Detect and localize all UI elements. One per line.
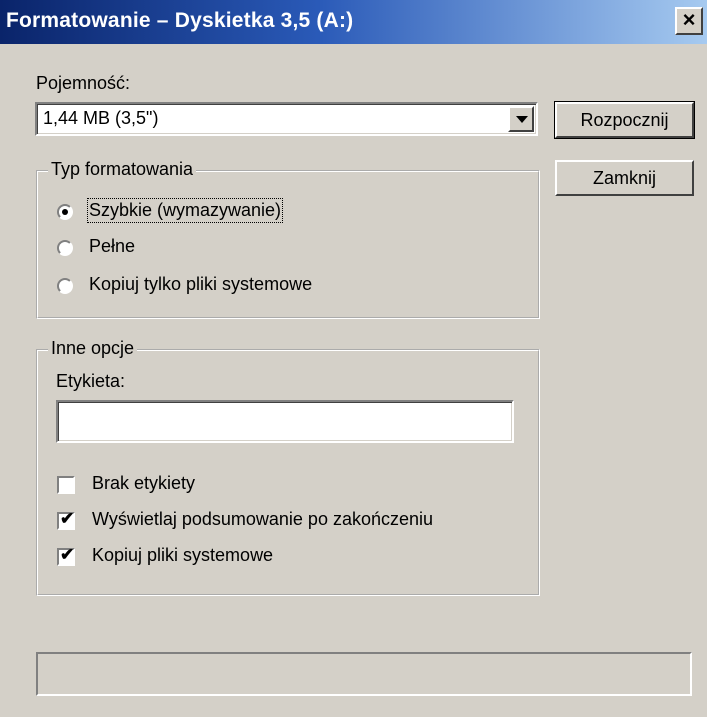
- format-type-title: Typ formatowania: [48, 159, 197, 180]
- start-button[interactable]: Rozpocznij: [554, 101, 695, 139]
- label-field-label: Etykieta:: [56, 371, 126, 391]
- checkbox-no-label-text[interactable]: Brak etykiety: [92, 473, 195, 494]
- radio-quick-label[interactable]: Szybkie (wymazywanie): [86, 198, 284, 223]
- checkbox-no-label[interactable]: [57, 476, 75, 494]
- format-dialog: Formatowanie – Dyskietka 3,5 (A:) × Poje…: [0, 0, 707, 717]
- other-options-title: Inne opcje: [48, 338, 138, 359]
- radio-quick[interactable]: [57, 204, 73, 220]
- capacity-combobox[interactable]: 1,44 MB (3,5"): [35, 102, 538, 136]
- radio-system-only[interactable]: [57, 278, 73, 294]
- checkbox-copy-system[interactable]: ✔: [57, 545, 75, 566]
- title-bar[interactable]: Formatowanie – Dyskietka 3,5 (A:) ×: [0, 0, 707, 44]
- capacity-value: 1,44 MB (3,5"): [43, 108, 159, 128]
- status-bar: [36, 652, 692, 696]
- label-input[interactable]: [56, 400, 514, 443]
- radio-system-only-label[interactable]: Kopiuj tylko pliki systemowe: [89, 274, 312, 295]
- checkbox-show-summary[interactable]: ✔: [57, 509, 75, 530]
- close-icon[interactable]: ×: [675, 7, 703, 35]
- close-button[interactable]: Zamknij: [555, 160, 694, 196]
- radio-full-label[interactable]: Pełne: [89, 236, 135, 257]
- checkbox-show-summary-text[interactable]: Wyświetlaj podsumowanie po zakończeniu: [92, 509, 433, 530]
- radio-full[interactable]: [57, 240, 73, 256]
- checkbox-copy-system-text[interactable]: Kopiuj pliki systemowe: [92, 545, 273, 566]
- window-title: Formatowanie – Dyskietka 3,5 (A:): [6, 9, 354, 32]
- capacity-label: Pojemność:: [36, 73, 131, 93]
- chevron-down-icon[interactable]: [508, 106, 534, 132]
